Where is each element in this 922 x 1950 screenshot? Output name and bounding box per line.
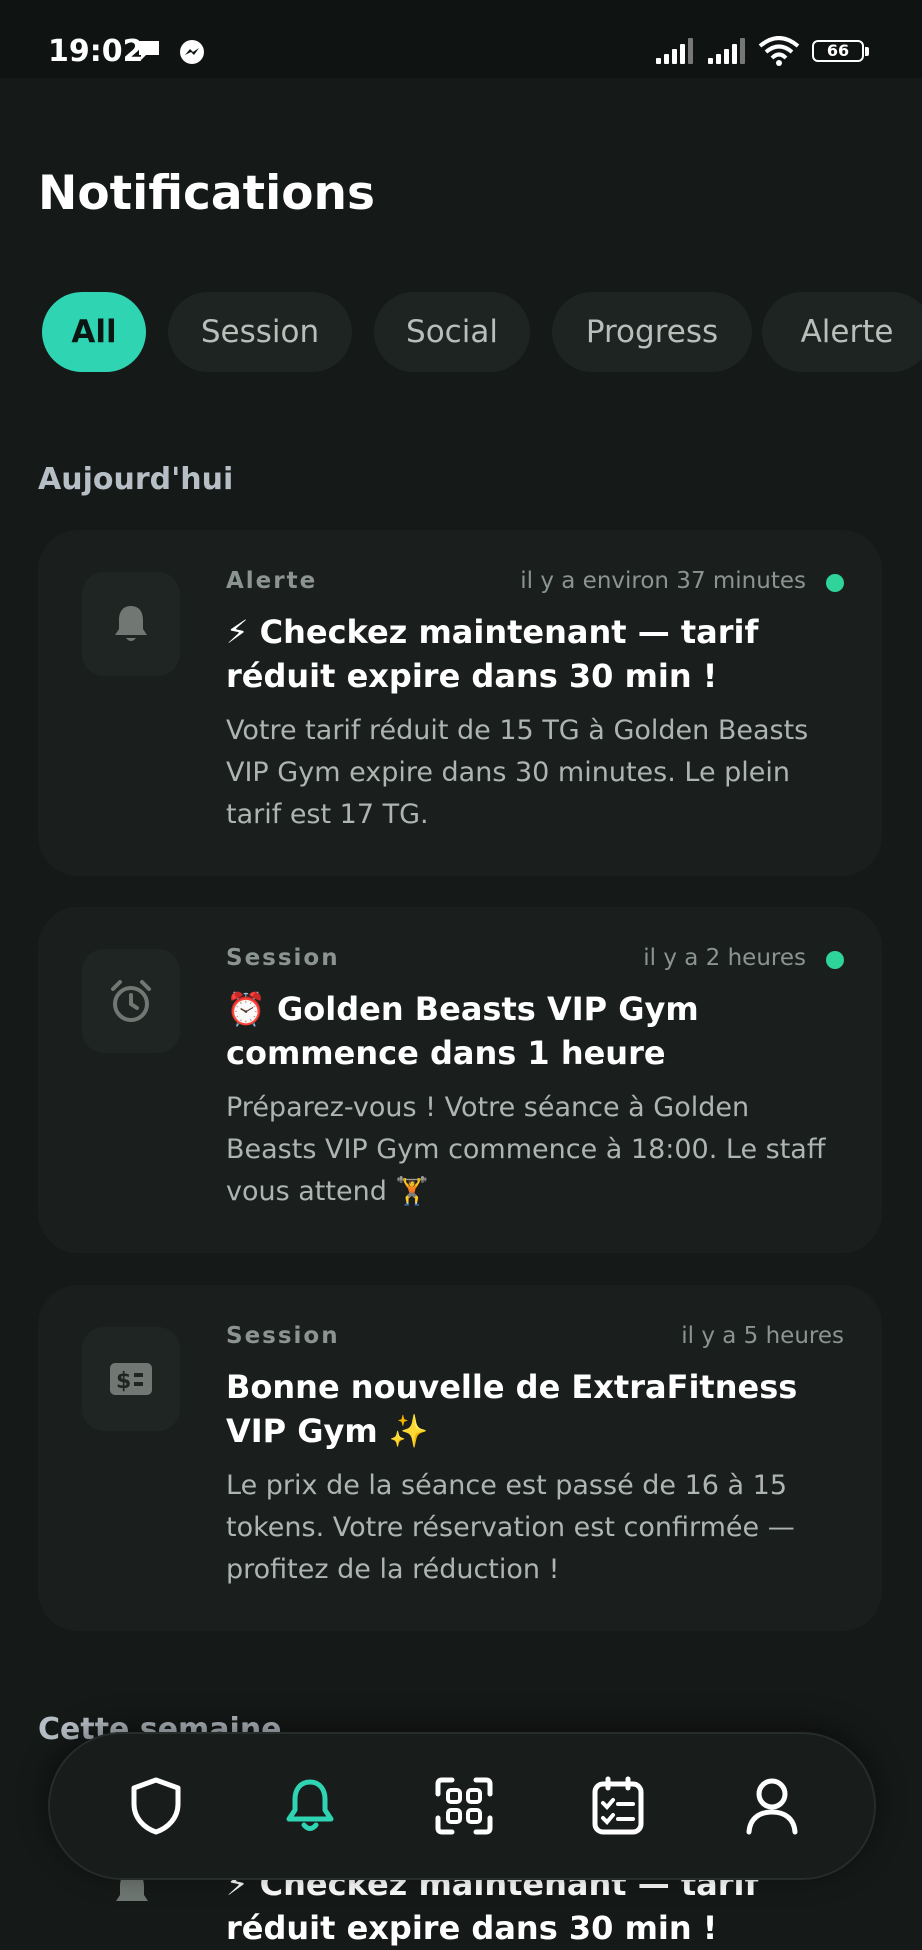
filter-tabs: All Session Social Progress Alerte	[42, 292, 922, 372]
notification-card[interactable]: $ Session il y a 5 heures Bonne nouvelle…	[38, 1285, 882, 1631]
checklist-icon	[592, 1776, 644, 1835]
tab-session[interactable]: Session	[168, 292, 352, 372]
notification-title: ⏰ Golden Beasts VIP Gym commence dans 1 …	[226, 990, 699, 1072]
bottom-nav	[48, 1732, 876, 1880]
notification-time: il y a 2 heures	[643, 945, 806, 971]
card-icon-box	[82, 949, 180, 1053]
notification-category: Session	[226, 945, 340, 971]
tab-alerte[interactable]: Alerte	[762, 292, 922, 372]
notification-category: Session	[226, 1323, 340, 1349]
notification-time: il y a 5 heures	[681, 1323, 844, 1349]
battery-icon: 66	[812, 40, 869, 62]
notification-title: ⚡ Checkez maintenant — tarif réduit expi…	[226, 613, 759, 695]
nav-profile-button[interactable]	[730, 1764, 814, 1848]
qr-scan-icon	[435, 1777, 493, 1835]
signal-icon	[656, 38, 693, 64]
page-title: Notifications	[38, 166, 375, 221]
profile-icon	[746, 1778, 798, 1835]
unread-dot	[826, 951, 844, 969]
signal-icon	[708, 38, 745, 64]
chat-bubble-icon	[139, 41, 159, 60]
notification-body: Préparez-vous ! Votre séance à Golden Be…	[226, 1092, 826, 1207]
bell-icon	[115, 606, 147, 641]
notification-title: Bonne nouvelle de ExtraFitness VIP Gym ✨	[226, 1368, 798, 1450]
card-icon-box: $	[82, 1327, 180, 1431]
notification-time: il y a environ 37 minutes	[520, 568, 806, 594]
tab-progress[interactable]: Progress	[552, 292, 752, 372]
notification-body: Votre tarif réduit de 15 TG à Golden Bea…	[226, 715, 809, 830]
tab-all[interactable]: All	[42, 292, 146, 372]
notification-body: Le prix de la séance est passé de 16 à 1…	[226, 1470, 795, 1585]
nav-tasks-button[interactable]	[576, 1764, 660, 1848]
status-bar: 19:02 66	[0, 0, 922, 78]
status-time: 19:02	[48, 34, 144, 69]
notification-card[interactable]: Alerte il y a environ 37 minutes ⚡ Check…	[38, 530, 882, 876]
alarm-clock-icon	[111, 980, 151, 1022]
nav-scan-button[interactable]	[422, 1764, 506, 1848]
unread-dot	[826, 574, 844, 592]
svg-text:$: $	[116, 1369, 131, 1394]
nav-shield-button[interactable]	[114, 1764, 198, 1848]
wifi-icon	[758, 36, 800, 66]
shield-icon	[131, 1777, 181, 1835]
notification-card[interactable]: Session il y a 2 heures ⏰ Golden Beasts …	[38, 907, 882, 1253]
notification-category: Alerte	[226, 568, 318, 594]
section-label-today: Aujourd'hui	[38, 462, 234, 497]
bell-icon	[286, 1779, 334, 1831]
price-tag-icon: $	[110, 1363, 152, 1395]
nav-notifications-button[interactable]	[268, 1764, 352, 1848]
tab-social[interactable]: Social	[374, 292, 530, 372]
card-icon-box	[82, 572, 180, 676]
messenger-icon	[180, 40, 204, 64]
